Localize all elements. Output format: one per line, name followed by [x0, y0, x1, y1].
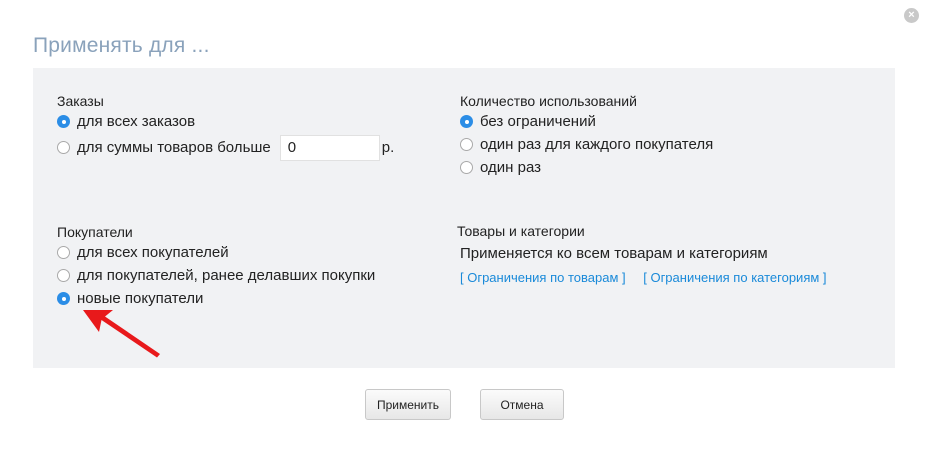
orders-label: Заказы	[57, 93, 104, 109]
usage-radio-once[interactable]	[460, 161, 473, 174]
usage-option-once[interactable]: один раз	[460, 156, 713, 179]
customers-option-returning-label: для покупателей, ранее делавших покупки	[77, 267, 376, 284]
usage-radio-unlimited[interactable]	[460, 115, 473, 128]
amount-input[interactable]	[279, 134, 380, 161]
annotation-arrow-icon	[83, 310, 160, 358]
usage-option-once-per-customer[interactable]: один раз для каждого покупателя	[460, 133, 713, 156]
usage-option-once-per-customer-label: один раз для каждого покупателя	[480, 136, 714, 153]
customers-option-all-label: для всех покупателей	[77, 244, 229, 261]
customers-radio-returning[interactable]	[57, 269, 70, 282]
usage-option-once-label: один раз	[480, 159, 541, 176]
usage-radio-once-per-customer[interactable]	[460, 138, 473, 151]
orders-option-amount[interactable]: для суммы товаров больше р.	[57, 134, 395, 161]
orders-option-all-label: для всех заказов	[77, 113, 196, 130]
dialog-title: Применять для ...	[33, 34, 210, 57]
products-section: Товары и категории Применяется ко всем т…	[457, 222, 827, 285]
customers-option-new-label: новые покупатели	[77, 290, 204, 307]
usage-option-unlimited[interactable]: без ограничений	[460, 110, 713, 133]
customers-option-all[interactable]: для всех покупателей	[57, 241, 375, 264]
restriction-links: [ Ограничения по товарам ] [ Ограничения…	[460, 270, 827, 285]
customers-option-returning[interactable]: для покупателей, ранее делавших покупки	[57, 264, 375, 287]
products-label: Товары и категории	[457, 223, 585, 239]
orders-radio-all[interactable]	[57, 115, 70, 128]
close-button[interactable]: ×	[904, 8, 919, 23]
orders-radio-amount[interactable]	[57, 141, 70, 154]
product-restrictions-link[interactable]: [ Ограничения по товарам ]	[460, 270, 626, 285]
customers-label: Покупатели	[57, 224, 133, 240]
usage-section: Количество использований без ограничений…	[460, 92, 713, 179]
apply-button[interactable]: Применить	[365, 389, 451, 420]
customers-section: Покупатели для всех покупателей для поку…	[57, 223, 375, 310]
products-note: Применяется ко всем товарам и категориям	[460, 245, 768, 262]
customers-radio-all[interactable]	[57, 246, 70, 259]
usage-label: Количество использований	[460, 93, 637, 109]
customers-radio-new[interactable]	[57, 292, 70, 305]
category-restrictions-link[interactable]: [ Ограничения по категориям ]	[643, 270, 826, 285]
amount-unit: р.	[381, 139, 395, 156]
cancel-button[interactable]: Отмена	[480, 389, 564, 420]
usage-option-unlimited-label: без ограничений	[480, 113, 596, 130]
orders-option-amount-label: для суммы товаров больше	[77, 139, 271, 156]
close-icon: ×	[908, 9, 915, 21]
orders-option-all[interactable]: для всех заказов	[57, 110, 394, 133]
orders-section: Заказы для всех заказов для суммы товаро…	[57, 92, 395, 161]
